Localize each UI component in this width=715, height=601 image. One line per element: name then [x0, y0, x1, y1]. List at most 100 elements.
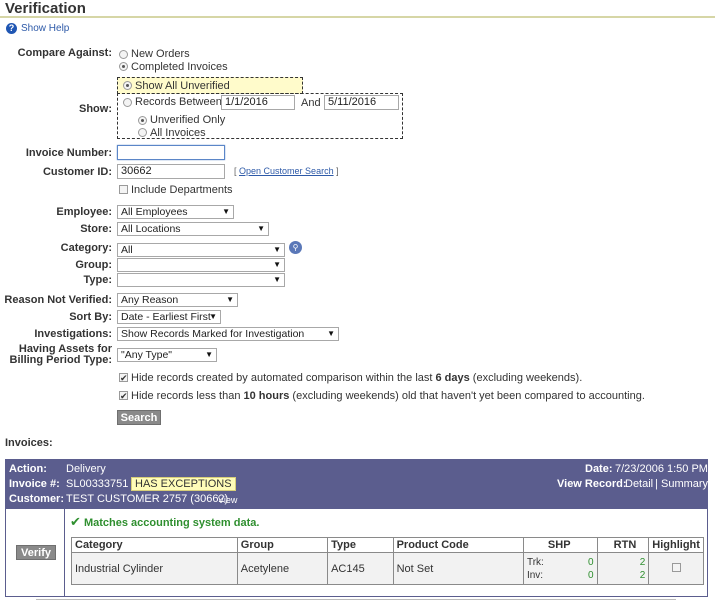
invoice-header: Action: Delivery Invoice #: SL00333751 H…: [5, 459, 708, 509]
chevron-down-icon: ▼: [205, 350, 213, 359]
date-key: Date:: [585, 463, 613, 475]
group-label: Group:: [75, 259, 112, 271]
radio-show-all-unverified[interactable]: [123, 81, 132, 90]
bracket-close: ]: [336, 166, 339, 176]
hide2-hours: 10 hours: [243, 390, 290, 402]
assets-label: Having Assets for Billing Period Type:: [0, 344, 112, 366]
radio-new-orders-label: New Orders: [131, 48, 190, 60]
compare-against-label: Compare Against:: [17, 47, 112, 59]
all-invoices-label: All Invoices: [150, 127, 206, 139]
invoice-number-input[interactable]: [117, 145, 225, 160]
reason-select-value: Any Reason: [121, 294, 179, 306]
type-label: Type:: [83, 274, 112, 286]
verify-column-divider: [64, 509, 65, 597]
show-label: Show:: [79, 103, 112, 115]
detail-link[interactable]: Detail: [625, 478, 653, 490]
hide-recent-checkbox[interactable]: ✔: [119, 391, 128, 401]
hide-recent-label: Hide records less than 10 hours (excludi…: [131, 390, 645, 402]
cell-group: Acetylene: [236, 552, 329, 585]
chevron-down-icon: ▼: [327, 329, 335, 338]
action-label: Action:: [9, 463, 47, 475]
hide2-text: Hide records less than: [131, 390, 244, 402]
show-all-unverified-label: Show All Unverified: [135, 80, 230, 92]
investigations-select-value: Show Records Marked for Investigation: [121, 328, 305, 340]
link-separator: |: [655, 478, 658, 490]
cell-highlight: [648, 552, 704, 585]
type-select[interactable]: ▼: [117, 273, 285, 287]
verify-button[interactable]: Verify: [16, 545, 56, 560]
include-departments-label: Include Departments: [131, 184, 233, 196]
unverified-only-label: Unverified Only: [150, 114, 226, 126]
date-from-input[interactable]: 1/1/2016: [221, 95, 295, 110]
cell-category: Industrial Cylinder: [71, 552, 238, 585]
sort-by-label: Sort By:: [69, 311, 112, 323]
sort-select-value: Date - Earliest First: [121, 311, 211, 323]
chevron-down-icon: ▼: [257, 224, 265, 233]
chevron-down-icon: ▼: [222, 207, 230, 216]
invoice-number-key: Invoice #:: [9, 478, 60, 490]
bracket-open: [: [234, 166, 237, 176]
shp-inv-label: Inv:: [526, 569, 544, 581]
check-icon: ✔: [70, 514, 81, 529]
hide1-days: 6 days: [435, 372, 470, 384]
category-select[interactable]: All ▼: [117, 243, 285, 257]
cell-product-code: Not Set: [392, 552, 524, 585]
sort-select[interactable]: Date - Earliest First ▼: [117, 310, 221, 324]
action-value: Delivery: [66, 463, 106, 475]
view-record-key: View Record:: [557, 478, 627, 490]
shp-inv-value: 0: [587, 569, 594, 581]
store-label: Store:: [80, 223, 112, 235]
chevron-down-icon: ▼: [226, 295, 234, 304]
chevron-down-icon: ▼: [273, 245, 281, 254]
assets-label-line2: Billing Period Type:: [9, 354, 112, 366]
radio-completed-invoices[interactable]: [119, 62, 128, 71]
match-message: ✔ Matches accounting system data.: [70, 514, 259, 530]
hide1-suffix: (excluding weekends).: [469, 372, 583, 384]
employee-select[interactable]: All Employees ▼: [117, 205, 234, 219]
radio-new-orders[interactable]: [119, 50, 128, 59]
col-highlight: Highlight: [648, 537, 704, 553]
radio-records-between[interactable]: [123, 98, 132, 107]
employee-label: Employee:: [56, 206, 112, 218]
customer-value: TEST CUSTOMER 2757 (30662): [66, 493, 229, 505]
assets-select[interactable]: "Any Type" ▼: [117, 348, 217, 362]
reason-select[interactable]: Any Reason ▼: [117, 293, 238, 307]
customer-view-link[interactable]: View: [218, 495, 237, 505]
group-select[interactable]: ▼: [117, 258, 285, 272]
highlight-checkbox[interactable]: [671, 562, 681, 572]
date-to-input[interactable]: 5/11/2016: [324, 95, 399, 110]
summary-link[interactable]: Summary: [661, 478, 708, 490]
radio-unverified-only[interactable]: [138, 116, 147, 125]
open-customer-search-wrap: [ Open Customer Search ]: [234, 166, 339, 176]
customer-id-label: Customer ID:: [42, 166, 112, 178]
hide-automated-checkbox[interactable]: ✔: [119, 373, 128, 383]
page-title: Verification: [5, 0, 86, 17]
show-help-link[interactable]: Show Help: [21, 23, 69, 34]
hide2-suffix: (excluding weekends) old that haven't ye…: [289, 390, 645, 402]
customer-id-input[interactable]: 30662: [117, 164, 225, 179]
invoice-lines-table: Category Group Type Product Code SHP RTN…: [71, 537, 704, 585]
chevron-down-icon: ▼: [273, 260, 281, 269]
col-category: Category: [71, 537, 238, 553]
store-select[interactable]: All Locations ▼: [117, 222, 269, 236]
customer-key: Customer:: [9, 493, 65, 505]
open-customer-search-link[interactable]: Open Customer Search: [239, 166, 334, 176]
category-label: Category:: [60, 242, 112, 254]
table-row: Industrial Cylinder Acetylene AC145 Not …: [71, 552, 704, 585]
question-icon[interactable]: ?: [6, 23, 17, 34]
include-departments-checkbox[interactable]: [119, 185, 128, 194]
chevron-down-icon: ▼: [273, 275, 281, 284]
bottom-divider: [36, 599, 676, 600]
investigations-select[interactable]: Show Records Marked for Investigation ▼: [117, 327, 339, 341]
shp-trk-label: Trk:: [526, 556, 544, 568]
exceptions-badge: HAS EXCEPTIONS: [131, 477, 236, 491]
invoice-number-value: SL00333751: [66, 478, 129, 490]
date-value: 7/23/2006 1:50 PM: [615, 463, 708, 475]
radio-all-invoices[interactable]: [138, 128, 147, 137]
invoice-number-label: Invoice Number:: [25, 147, 112, 159]
investigations-label: Investigations:: [34, 328, 112, 340]
col-type: Type: [327, 537, 394, 553]
search-icon[interactable]: ⚲: [289, 241, 302, 254]
rtn-trk-value: 2: [639, 556, 646, 568]
search-button[interactable]: Search: [117, 410, 161, 425]
